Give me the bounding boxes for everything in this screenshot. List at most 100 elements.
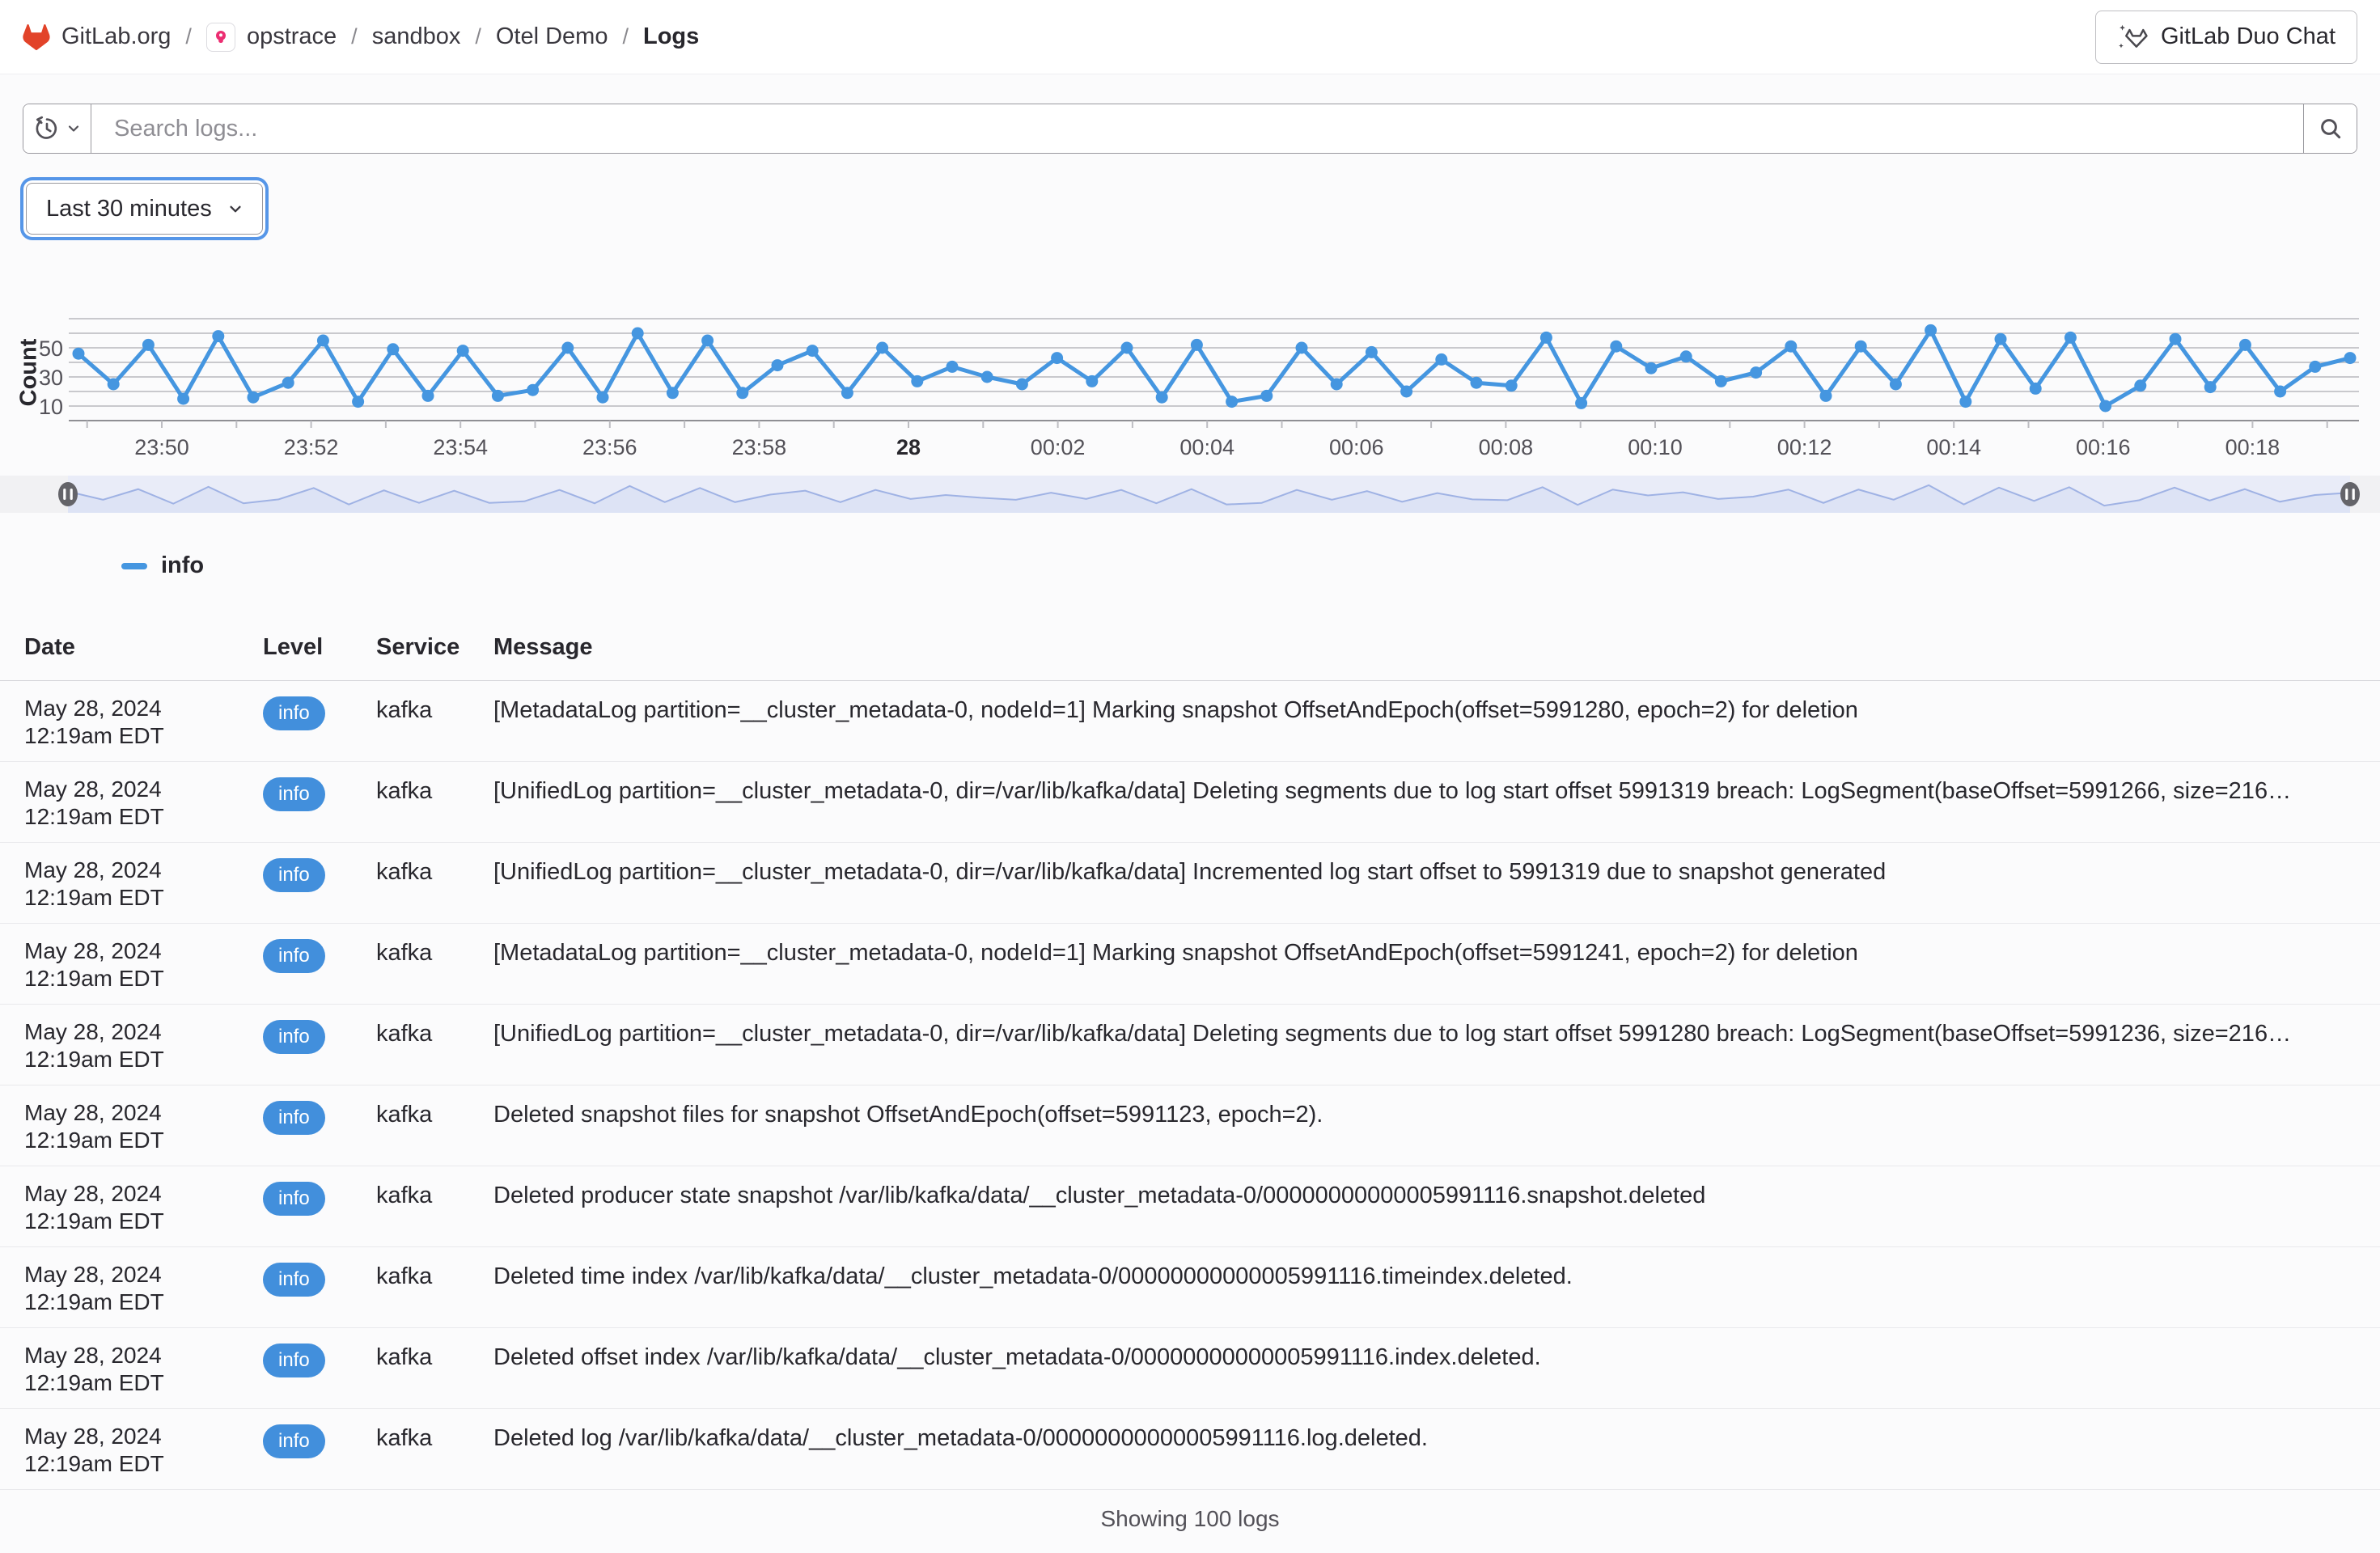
data-point[interactable] — [1890, 379, 1902, 391]
data-point[interactable] — [1331, 379, 1343, 391]
data-point[interactable] — [701, 335, 714, 347]
data-point[interactable] — [1016, 379, 1028, 391]
data-point[interactable] — [1680, 350, 1692, 362]
level-badge: info — [263, 777, 325, 811]
data-point[interactable] — [2239, 339, 2251, 351]
data-point[interactable] — [73, 348, 85, 360]
search-history-dropdown[interactable] — [23, 104, 91, 153]
time-range-dropdown[interactable]: Last 30 minutes — [26, 183, 263, 235]
data-point[interactable] — [2030, 383, 2042, 395]
data-point[interactable] — [1925, 324, 1937, 336]
data-point[interactable] — [841, 387, 853, 399]
data-point[interactable] — [1505, 379, 1518, 391]
table-row[interactable]: May 28, 202412:19am EDT info kafka Delet… — [0, 1247, 2380, 1328]
data-point[interactable] — [981, 371, 993, 383]
data-point[interactable] — [561, 342, 574, 354]
data-point[interactable] — [807, 345, 819, 357]
data-point[interactable] — [248, 391, 260, 404]
data-point[interactable] — [2099, 400, 2111, 413]
data-point[interactable] — [876, 342, 888, 354]
data-point[interactable] — [1715, 375, 1727, 387]
table-row[interactable]: May 28, 202412:19am EDT info kafka Delet… — [0, 1166, 2380, 1247]
data-point[interactable] — [2065, 332, 2077, 344]
data-point[interactable] — [1051, 352, 1063, 364]
brush-handle-right[interactable] — [2340, 482, 2360, 506]
data-point[interactable] — [1435, 353, 1447, 366]
data-point[interactable] — [1575, 397, 1587, 409]
legend-label-info: info — [161, 552, 204, 579]
table-row[interactable]: May 28, 202412:19am EDT info kafka Delet… — [0, 1328, 2380, 1409]
table-row[interactable]: May 28, 202412:19am EDT info kafka [Unif… — [0, 1005, 2380, 1085]
breadcrumb-item-gitlab-org[interactable]: GitLab.org — [23, 23, 171, 50]
brush-handle-left[interactable] — [58, 482, 78, 506]
data-point[interactable] — [1296, 342, 1308, 354]
data-point[interactable] — [2274, 386, 2286, 398]
data-point[interactable] — [1366, 346, 1378, 358]
log-volume-chart[interactable]: Count 10305023:5023:5223:5423:5623:58280… — [0, 312, 2380, 466]
time-range-row: Last 30 minutes — [23, 183, 2357, 235]
data-point[interactable] — [2309, 361, 2321, 373]
data-point[interactable] — [352, 396, 364, 408]
data-point[interactable] — [1785, 341, 1797, 353]
data-point[interactable] — [1959, 396, 1971, 408]
log-volume-chart-svg[interactable]: 10305023:5023:5223:5423:5623:582800:0200… — [0, 312, 2380, 466]
table-row[interactable]: May 28, 202412:19am EDT info kafka Delet… — [0, 1085, 2380, 1166]
table-row[interactable]: May 28, 202412:19am EDT info kafka Delet… — [0, 1409, 2380, 1490]
x-tick-label: 00:06 — [1329, 435, 1384, 459]
breadcrumb-item-otel-demo[interactable]: Otel Demo — [496, 23, 608, 50]
table-row[interactable]: May 28, 202412:19am EDT info kafka [Unif… — [0, 762, 2380, 843]
search-submit-button[interactable] — [2303, 104, 2357, 153]
data-point[interactable] — [772, 359, 784, 371]
data-point[interactable] — [1226, 396, 1238, 408]
log-message: Deleted snapshot files for snapshot Offs… — [493, 1099, 2356, 1154]
data-point[interactable] — [1121, 342, 1133, 354]
data-point[interactable] — [1750, 366, 1762, 379]
data-point[interactable] — [1855, 341, 1867, 353]
data-point[interactable] — [1260, 390, 1273, 402]
data-point[interactable] — [911, 375, 923, 387]
data-point[interactable] — [2134, 379, 2146, 391]
data-point[interactable] — [492, 390, 504, 402]
data-point[interactable] — [667, 387, 679, 399]
data-point[interactable] — [1086, 375, 1098, 387]
top-bar: GitLab.org / opstrace / sandbox / Otel D… — [0, 0, 2380, 74]
gitlab-logo-icon — [23, 24, 50, 50]
data-point[interactable] — [1156, 391, 1168, 404]
data-point[interactable] — [212, 330, 224, 342]
data-point[interactable] — [1995, 333, 2007, 345]
data-point[interactable] — [387, 343, 399, 355]
log-table: Date Level Service Message May 28, 20241… — [0, 615, 2380, 1553]
data-point[interactable] — [2204, 381, 2217, 393]
data-point[interactable] — [177, 393, 189, 405]
data-point[interactable] — [1540, 332, 1552, 344]
data-point[interactable] — [1645, 362, 1658, 374]
data-point[interactable] — [2170, 333, 2182, 345]
x-tick-label: 23:54 — [433, 435, 488, 459]
data-point[interactable] — [422, 390, 434, 402]
data-point[interactable] — [457, 345, 469, 357]
table-row[interactable]: May 28, 202412:19am EDT info kafka [Meta… — [0, 681, 2380, 762]
table-row[interactable]: May 28, 202412:19am EDT info kafka [Unif… — [0, 843, 2380, 924]
data-point[interactable] — [142, 339, 155, 351]
data-point[interactable] — [1191, 339, 1203, 351]
data-point[interactable] — [1400, 386, 1412, 398]
chart-brush-minimap[interactable] — [0, 476, 2380, 513]
data-point[interactable] — [946, 361, 959, 373]
data-point[interactable] — [632, 328, 644, 340]
gitlab-duo-chat-button[interactable]: GitLab Duo Chat — [2095, 11, 2357, 64]
table-row[interactable]: May 28, 202412:19am EDT info kafka [Meta… — [0, 924, 2380, 1005]
data-point[interactable] — [1610, 341, 1622, 353]
data-point[interactable] — [2344, 352, 2357, 364]
data-point[interactable] — [736, 387, 748, 399]
breadcrumb-item-opstrace[interactable]: opstrace — [206, 23, 337, 52]
data-point[interactable] — [597, 391, 609, 404]
search-input[interactable] — [91, 104, 2303, 153]
data-point[interactable] — [317, 335, 329, 347]
breadcrumb-item-sandbox[interactable]: sandbox — [372, 23, 461, 50]
data-point[interactable] — [1471, 377, 1483, 389]
data-point[interactable] — [108, 379, 120, 391]
data-point[interactable] — [1820, 390, 1832, 402]
data-point[interactable] — [527, 384, 539, 396]
chart-legend[interactable]: info — [121, 552, 2380, 579]
data-point[interactable] — [282, 377, 294, 389]
